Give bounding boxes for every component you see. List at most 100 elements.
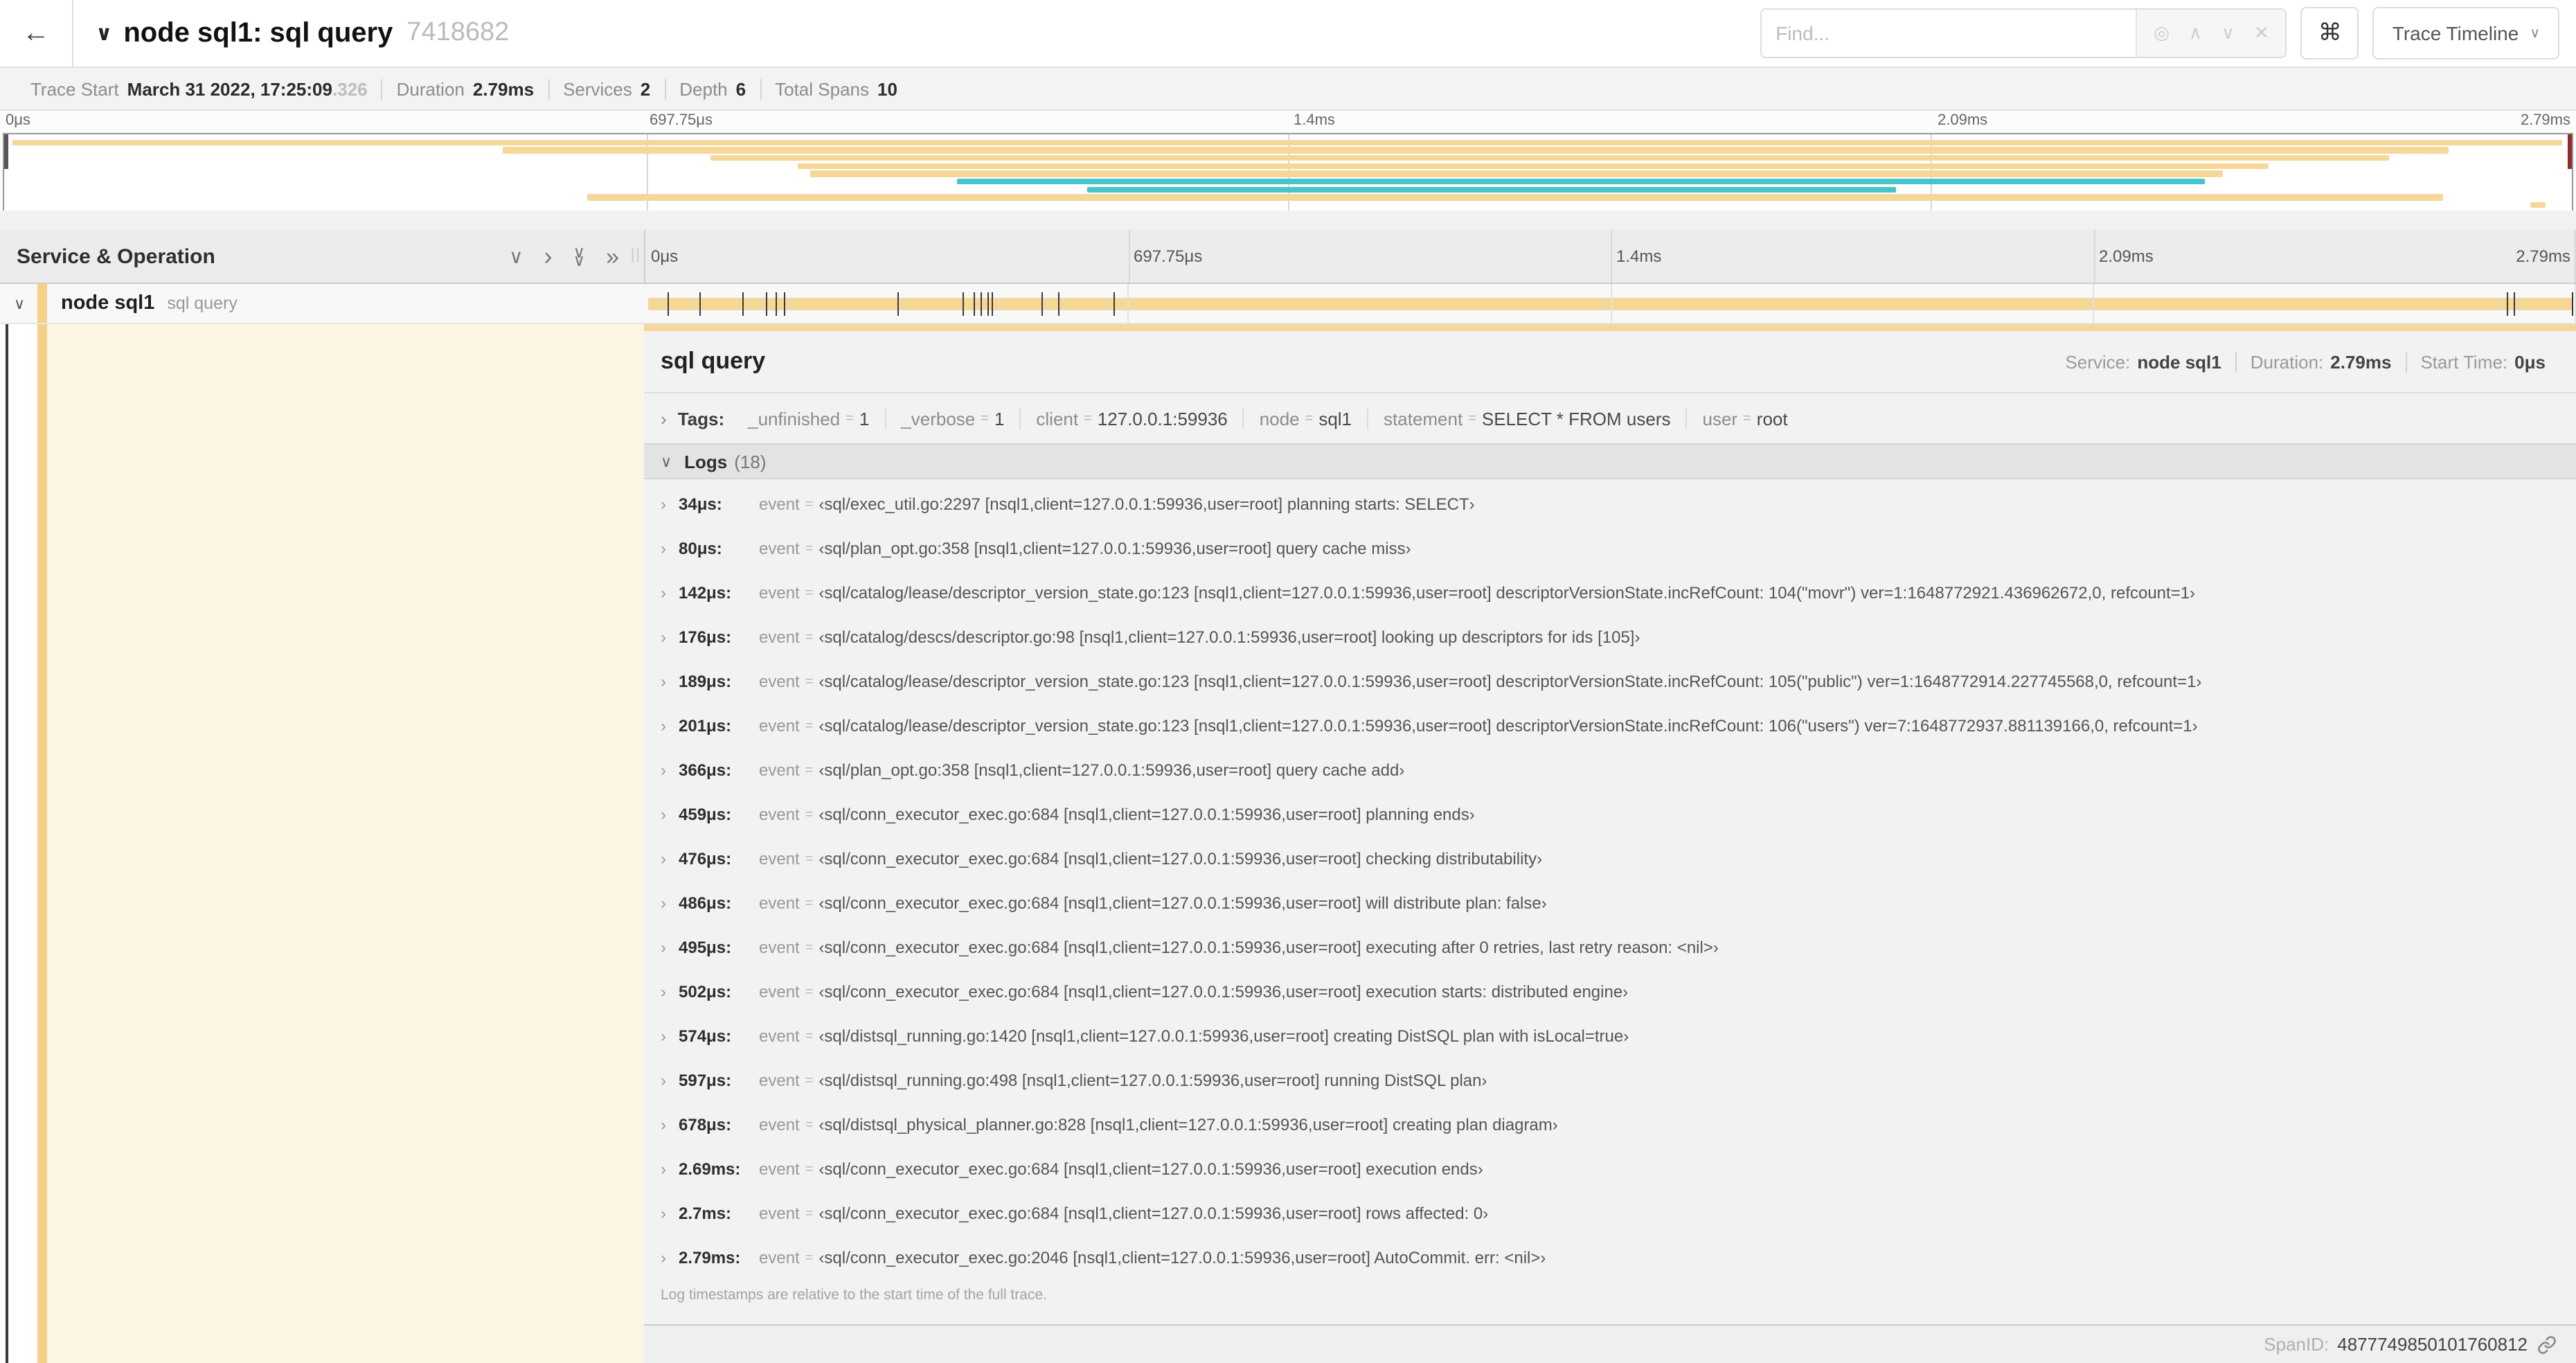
timeline-tick-label: 2.79ms: [2520, 112, 2570, 129]
chevron-right-icon: ›: [661, 760, 666, 780]
log-timestamp: 2.69ms:: [679, 1159, 741, 1179]
log-field-key: event: [759, 938, 800, 957]
log-field-value: ‹sql/catalog/lease/descriptor_version_st…: [819, 672, 2202, 691]
log-field-key: event: [759, 539, 800, 558]
tags-row[interactable]: › Tags: _unfinished = 1 _verbose = 1 cli…: [644, 398, 2576, 439]
chevron-right-icon[interactable]: ›: [544, 244, 552, 269]
find-input[interactable]: [1762, 10, 2136, 57]
log-row[interactable]: › 2.69ms: event = ‹sql/conn_executor_exe…: [644, 1147, 2576, 1191]
info-value: March 31 2022, 17:25:09: [127, 78, 332, 99]
timeline-gridline: [1611, 230, 1612, 283]
log-row[interactable]: › 189μs: event = ‹sql/catalog/lease/desc…: [644, 659, 2576, 704]
timeline-gridline: [2093, 230, 2095, 283]
trace-id: 7418682: [406, 18, 510, 47]
info-label: Duration: [396, 78, 465, 99]
log-event-tick: [1057, 292, 1059, 315]
minimap-span: [710, 154, 2390, 161]
back-button[interactable]: ←: [0, 0, 73, 66]
log-row[interactable]: › 495μs: event = ‹sql/conn_executor_exec…: [644, 925, 2576, 970]
log-field-value: ‹sql/exec_util.go:2297 [nsql1,client=127…: [819, 495, 1475, 514]
timeline-tick-label: 0μs: [6, 112, 30, 129]
span-bar-area[interactable]: [644, 284, 2576, 323]
span-detail-panel: sql query Service: node sql1 Duration: 2…: [644, 324, 2576, 1326]
detail-operation-title: sql query: [661, 348, 766, 374]
log-field-value: ‹sql/conn_executor_exec.go:684 [nsql1,cl…: [819, 849, 1543, 868]
trace-info-item: Depth 6: [664, 78, 760, 99]
tag-item: _verbose = 1: [884, 408, 1019, 429]
log-event-tick: [974, 292, 975, 315]
log-event-tick: [775, 292, 776, 315]
log-timestamp: 574μs:: [679, 1026, 732, 1046]
log-row[interactable]: › 597μs: event = ‹sql/distsql_running.go…: [644, 1058, 2576, 1103]
log-field-key: event: [759, 672, 800, 691]
trace-view-selector[interactable]: Trace Timeline ∨: [2372, 7, 2559, 60]
log-row[interactable]: › 574μs: event = ‹sql/distsql_running.go…: [644, 1014, 2576, 1058]
log-row[interactable]: › 142μs: event = ‹sql/catalog/lease/desc…: [644, 571, 2576, 615]
log-field-value: ‹sql/plan_opt.go:358 [nsql1,client=127.0…: [819, 760, 1405, 780]
log-row[interactable]: › 366μs: event = ‹sql/plan_opt.go:358 [n…: [644, 748, 2576, 792]
chevron-right-icon[interactable]: ›: [661, 408, 667, 429]
log-row[interactable]: › 80μs: event = ‹sql/plan_opt.go:358 [ns…: [644, 526, 2576, 571]
chevron-right-icon: ›: [661, 539, 666, 558]
link-icon[interactable]: [2537, 1335, 2557, 1354]
timeline-tick-label: 2.79ms: [2516, 247, 2570, 266]
chevron-right-icon: ›: [661, 1115, 666, 1134]
timeline-tick-label: 1.4ms: [1294, 112, 1335, 129]
log-field-value: ‹sql/conn_executor_exec.go:684 [nsql1,cl…: [819, 1204, 1489, 1223]
trace-info-bar: Trace Start March 31 2022, 17:25:09 .326…: [0, 68, 2576, 111]
minimap-canvas[interactable]: [3, 133, 2573, 212]
detail-footer: SpanID: 4877749850101760812: [644, 1326, 2576, 1363]
column-resize-handle[interactable]: ||: [631, 247, 641, 263]
locate-icon[interactable]: ◎: [2154, 22, 2170, 44]
keyboard-shortcuts-button[interactable]: ⌘: [2300, 7, 2359, 60]
timeline-tick-label: 2.09ms: [2099, 247, 2154, 266]
logs-section-header[interactable]: ∨ Logs (18): [644, 443, 2576, 479]
info-label: Total Spans: [775, 78, 869, 99]
chevron-right-icon: ›: [661, 1026, 666, 1046]
log-row[interactable]: › 476μs: event = ‹sql/conn_executor_exec…: [644, 837, 2576, 881]
log-row[interactable]: › 176μs: event = ‹sql/catalog/descs/desc…: [644, 615, 2576, 659]
collapse-expand-controls: ∨ › ∨ ∨ »: [509, 244, 644, 269]
timeline-tick-label: 0μs: [651, 247, 679, 266]
log-row[interactable]: › 34μs: event = ‹sql/exec_util.go:2297 […: [644, 482, 2576, 526]
log-row[interactable]: › 2.79ms: event = ‹sql/conn_executor_exe…: [644, 1236, 2576, 1280]
find-prev-icon[interactable]: ∧: [2189, 22, 2202, 44]
log-field-value: ‹sql/distsql_running.go:498 [nsql1,clien…: [819, 1071, 1487, 1090]
double-chevron-down-icon[interactable]: ∨ ∨: [573, 244, 585, 269]
minimap-right-scrubber-handle[interactable]: [2568, 134, 2572, 169]
chevron-down-icon[interactable]: ∨: [509, 247, 524, 266]
timeline-header-row: Service & Operation ∨ › ∨ ∨ » || 0μs 697.7…: [0, 230, 2576, 284]
double-chevron-right-icon[interactable]: »: [606, 244, 619, 268]
log-row[interactable]: › 502μs: event = ‹sql/conn_executor_exec…: [644, 970, 2576, 1014]
chevron-down-icon: ∨: [2530, 26, 2540, 41]
log-field-key: event: [759, 716, 800, 736]
log-field-value: ‹sql/conn_executor_exec.go:684 [nsql1,cl…: [819, 1159, 1483, 1179]
log-row[interactable]: › 678μs: event = ‹sql/distsql_physical_p…: [644, 1103, 2576, 1147]
trace-collapse-chevron-icon[interactable]: ∨: [96, 21, 112, 46]
log-field-key: event: [759, 1248, 800, 1267]
log-field-value: ‹sql/conn_executor_exec.go:684 [nsql1,cl…: [819, 982, 1629, 1001]
minimap-left-scrubber-handle[interactable]: [4, 134, 8, 169]
minimap-span: [587, 194, 2444, 201]
span-row[interactable]: ∨ node sql1 sql query: [0, 284, 2576, 324]
log-event-tick: [962, 292, 963, 315]
log-timestamp: 80μs:: [679, 539, 722, 558]
info-label: Depth: [679, 78, 728, 99]
find-clear-icon[interactable]: ✕: [2254, 22, 2269, 44]
log-row[interactable]: › 459μs: event = ‹sql/conn_executor_exec…: [644, 792, 2576, 837]
log-row[interactable]: › 486μs: event = ‹sql/conn_executor_exec…: [644, 881, 2576, 925]
log-field-value: ‹sql/distsql_running.go:1420 [nsql1,clie…: [819, 1026, 1629, 1046]
log-row[interactable]: › 201μs: event = ‹sql/catalog/lease/desc…: [644, 704, 2576, 748]
info-value: 6: [735, 78, 746, 99]
log-timestamp: 2.7ms:: [679, 1204, 732, 1223]
minimap-span: [797, 163, 2269, 169]
log-field-key: event: [759, 1071, 800, 1090]
spanid-label: SpanID:: [2264, 1334, 2329, 1355]
find-next-icon[interactable]: ∨: [2221, 22, 2235, 44]
log-row[interactable]: › 2.7ms: event = ‹sql/conn_executor_exec…: [644, 1191, 2576, 1236]
chevron-down-icon[interactable]: ∨: [14, 294, 33, 312]
log-event-tick: [897, 292, 899, 315]
log-field-value: ‹sql/distsql_physical_planner.go:828 [ns…: [819, 1115, 1558, 1134]
log-field-key: event: [759, 1115, 800, 1134]
span-row-label: ∨ node sql1 sql query: [0, 284, 644, 323]
